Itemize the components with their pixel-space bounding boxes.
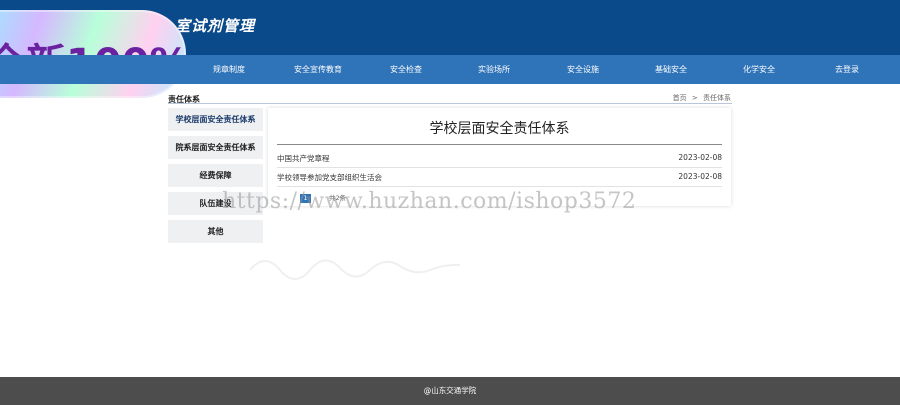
breadcrumb: 首页 > 责任体系 [670,93,731,103]
nav-item-basic-safety[interactable]: 基础安全 [637,55,705,84]
list-item: 学校领导参加党支部组织生活会 2023-02-08 [277,169,722,187]
main-nav: 规章制度 安全宣传教育 安全检查 实验场所 安全设施 基础安全 化学安全 去登录 [0,55,900,84]
site-footer: @山东交通学院 [0,377,900,405]
title-divider [277,144,722,145]
list-item-title[interactable]: 中国共产党章程 [277,153,330,164]
promo-banner: 全新100% [0,10,186,98]
sidebar-item-funding[interactable]: 经费保障 [168,164,263,187]
list-item-title[interactable]: 学校领导参加党支部组织生活会 [277,172,382,183]
nav-item-safety-education[interactable]: 安全宣传教育 [284,55,352,84]
nav-item-lab-sites[interactable]: 实验场所 [460,55,528,84]
footer-text: @山东交通学院 [423,386,477,395]
nav-item-login[interactable]: 去登录 [813,55,881,84]
sidebar: 学校层面安全责任体系 院系层面安全责任体系 经费保障 队伍建设 其他 [168,108,263,248]
sidebar-item-department-responsibility[interactable]: 院系层面安全责任体系 [168,136,263,159]
nav-item-rules[interactable]: 规章制度 [195,55,263,84]
nav-item-safety-facilities[interactable]: 安全设施 [549,55,617,84]
section-divider [168,103,732,104]
nav-item-safety-inspection[interactable]: 安全检查 [372,55,440,84]
list-item-date: 2023-02-08 [678,172,722,181]
page-button-current[interactable]: 1 [300,194,311,203]
breadcrumb-current: 责任体系 [703,94,731,102]
list-item-date: 2023-02-08 [678,153,722,162]
pagination-total: 共2条 [329,194,347,202]
breadcrumb-home[interactable]: 首页 [673,94,687,102]
pagination: 1 共2条 [300,192,346,203]
content-title: 学校层面安全责任体系 [429,121,570,137]
nav-item-chemical-safety[interactable]: 化学安全 [725,55,793,84]
sidebar-item-other[interactable]: 其他 [168,220,263,243]
faded-decoration [249,259,461,280]
site-title: 室试剂管理 [175,17,256,35]
sidebar-item-school-responsibility[interactable]: 学校层面安全责任体系 [168,108,263,131]
list-item: 中国共产党章程 2023-02-08 [277,150,722,168]
page: 室试剂管理 全新100% 规章制度 安全宣传教育 安全检查 实验场所 安全设施 … [0,0,900,405]
breadcrumb-separator: > [691,94,698,102]
sidebar-item-team-building[interactable]: 队伍建设 [168,192,263,215]
content-panel: 学校层面安全责任体系 中国共产党章程 2023-02-08 学校领导参加党支部组… [268,108,731,206]
